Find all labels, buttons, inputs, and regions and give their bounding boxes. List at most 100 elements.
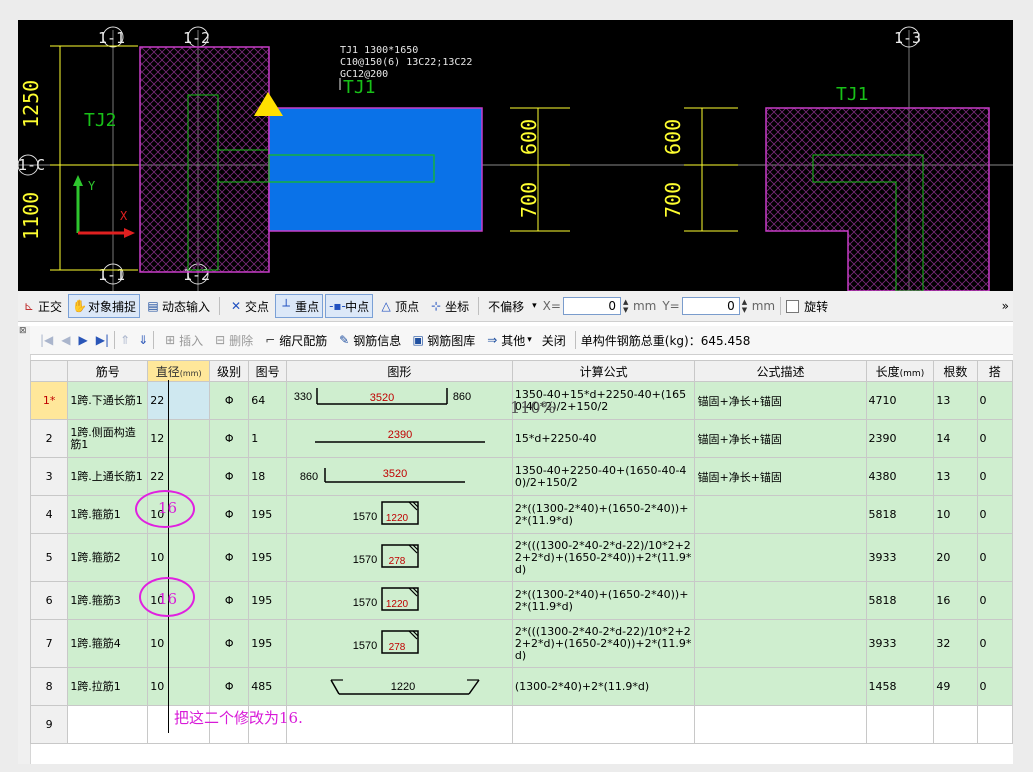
object-snap-button[interactable]: ✋ 对象捕捉 bbox=[68, 294, 141, 318]
prev-record-icon[interactable]: ◀ bbox=[61, 333, 70, 347]
grade-cell[interactable]: Φ bbox=[209, 495, 250, 534]
formula-cell[interactable]: 15*d+2250-40 bbox=[511, 419, 696, 458]
diameter-cell[interactable]: 10 bbox=[147, 533, 211, 582]
x-spinner-icon[interactable]: ▲ ▼ bbox=[623, 298, 631, 314]
formula-desc-cell[interactable] bbox=[694, 581, 867, 620]
last-record-icon[interactable]: ▶| bbox=[96, 333, 109, 347]
figure-no-cell[interactable]: 195 bbox=[248, 581, 287, 620]
table-row[interactable]: 5 1跨.箍筋2 10 Φ 195 1570 278 2*(((1300-2*40-2*d-2… bbox=[30, 533, 1013, 582]
rebar-name-cell[interactable]: 1跨.侧面构造筋1 bbox=[67, 419, 149, 458]
rebar-info-button[interactable]: ✎ 钢筋信息 bbox=[333, 328, 405, 352]
diameter-cell[interactable]: 22 bbox=[147, 381, 211, 420]
formula-cell[interactable] bbox=[511, 705, 696, 744]
header-figure-no[interactable]: 图号 bbox=[248, 360, 287, 382]
header-grade[interactable]: 级别 bbox=[209, 360, 250, 382]
lap-cell[interactable] bbox=[976, 705, 1013, 744]
shape-cell[interactable] bbox=[285, 705, 513, 744]
diameter-cell[interactable]: 10 bbox=[147, 667, 211, 706]
shape-cell[interactable]: 1570 278 bbox=[285, 619, 513, 668]
table-row[interactable]: 8 1跨.拉筋1 10 Φ 485 1220 (1300-2*40)+2*(11.9*d) 1… bbox=[30, 667, 1013, 706]
formula-desc-cell[interactable]: 锚固+净长+锚固 bbox=[694, 457, 867, 496]
header-rebar-no[interactable]: 筋号 bbox=[67, 360, 149, 382]
rebar-name-cell[interactable]: 1跨.箍筋4 bbox=[67, 619, 149, 668]
count-cell[interactable]: 20 bbox=[933, 533, 978, 582]
table-row[interactable]: 3 1跨.上通长筋1 22 Φ 18 860 3520 1350-40+2250-40+(16… bbox=[30, 457, 1013, 496]
length-cell[interactable]: 5818 bbox=[865, 495, 935, 534]
rebar-name-cell[interactable]: 1跨.箍筋2 bbox=[67, 533, 149, 582]
count-cell[interactable]: 13 bbox=[933, 457, 978, 496]
lap-cell[interactable]: 0 bbox=[976, 533, 1013, 582]
header-formula-desc[interactable]: 公式描述 bbox=[694, 360, 867, 382]
lap-cell[interactable]: 0 bbox=[976, 381, 1013, 420]
formula-desc-cell[interactable]: 锚固+净长+锚固 bbox=[694, 381, 867, 420]
shape-cell[interactable]: 1570 278 bbox=[285, 533, 513, 582]
grade-cell[interactable]: Φ bbox=[209, 619, 250, 668]
figure-no-cell[interactable]: 195 bbox=[248, 619, 287, 668]
grade-cell[interactable]: Φ bbox=[209, 419, 250, 458]
rebar-library-button[interactable]: ▣ 钢筋图库 bbox=[407, 328, 479, 352]
row-number-cell[interactable]: 8 bbox=[30, 667, 69, 706]
move-down-icon[interactable]: ⇓ bbox=[138, 333, 148, 347]
row-number-cell[interactable]: 6 bbox=[30, 581, 69, 620]
scale-rebar-button[interactable]: ⌐ 缩尺配筋 bbox=[259, 328, 331, 352]
row-number-cell[interactable]: 5 bbox=[30, 533, 69, 582]
first-record-icon[interactable]: |◀ bbox=[40, 333, 53, 347]
header-count[interactable]: 根数 bbox=[933, 360, 978, 382]
row-number-cell[interactable]: 1* bbox=[30, 381, 69, 420]
lap-cell[interactable]: 0 bbox=[976, 457, 1013, 496]
formula-cell[interactable]: (1300-2*40)+2*(11.9*d) bbox=[511, 667, 696, 706]
header-length[interactable]: 长度(mm) bbox=[865, 360, 935, 382]
lap-cell[interactable]: 0 bbox=[976, 495, 1013, 534]
table-row[interactable]: 2 1跨.侧面构造筋1 12 Φ 1 2390 15*d+2250-40 锚固+净长+锚固 23… bbox=[30, 419, 1013, 458]
shape-cell[interactable]: 1220 bbox=[285, 667, 513, 706]
shape-cell[interactable]: 1570 1220 bbox=[285, 581, 513, 620]
count-cell[interactable]: 16 bbox=[933, 581, 978, 620]
length-cell[interactable]: 3933 bbox=[865, 619, 935, 668]
length-cell[interactable]: 4710 bbox=[865, 381, 935, 420]
grade-cell[interactable]: Φ bbox=[209, 457, 250, 496]
length-cell[interactable]: 4380 bbox=[865, 457, 935, 496]
length-cell[interactable]: 2390 bbox=[865, 419, 935, 458]
insert-button[interactable]: ⊞ 插入 bbox=[159, 328, 207, 352]
formula-desc-cell[interactable] bbox=[694, 705, 867, 744]
shape-cell[interactable]: 2390 bbox=[285, 419, 513, 458]
grade-cell[interactable]: Φ bbox=[209, 533, 250, 582]
table-row[interactable]: 7 1跨.箍筋4 10 Φ 195 1570 278 2*(((1300-2*40-2*d-2… bbox=[30, 619, 1013, 668]
y-spinner-icon[interactable]: ▲ ▼ bbox=[742, 298, 750, 314]
x-input[interactable]: 0 bbox=[562, 297, 621, 315]
lap-cell[interactable]: 0 bbox=[976, 667, 1013, 706]
header-diameter[interactable]: 直径(mm) bbox=[147, 360, 211, 382]
header-formula[interactable]: 计算公式 bbox=[511, 360, 696, 382]
grade-cell[interactable]: Φ bbox=[209, 381, 250, 420]
y-input[interactable]: 0 bbox=[681, 297, 740, 315]
next-record-icon[interactable]: ▶ bbox=[79, 333, 88, 347]
length-cell[interactable] bbox=[865, 705, 935, 744]
formula-desc-cell[interactable] bbox=[694, 495, 867, 534]
figure-no-cell[interactable]: 195 bbox=[248, 495, 287, 534]
coordinate-button[interactable]: ⊹ 坐标 bbox=[425, 294, 473, 318]
row-number-cell[interactable]: 2 bbox=[30, 419, 69, 458]
shape-cell[interactable]: 1570 1220 bbox=[285, 495, 513, 534]
intersection-snap-button[interactable]: ✕ 交点 bbox=[225, 294, 273, 318]
row-number-cell[interactable]: 7 bbox=[30, 619, 69, 668]
grade-cell[interactable]: Φ bbox=[209, 581, 250, 620]
count-cell[interactable]: 14 bbox=[933, 419, 978, 458]
count-cell[interactable] bbox=[933, 705, 978, 744]
shape-cell[interactable]: 330 3520 860 bbox=[285, 381, 513, 420]
figure-no-cell[interactable]: 64 bbox=[248, 381, 287, 420]
formula-cell[interactable]: 2*((1300-2*40)+(1650-2*40))+2*(11.9*d) bbox=[511, 495, 696, 534]
close-button[interactable]: 关闭 bbox=[538, 328, 570, 352]
count-cell[interactable]: 13 bbox=[933, 381, 978, 420]
formula-desc-cell[interactable]: 锚固+净长+锚固 bbox=[694, 419, 867, 458]
vertex-snap-button[interactable]: △ 顶点 bbox=[375, 294, 423, 318]
header-lap[interactable]: 搭 bbox=[976, 360, 1013, 382]
figure-no-cell[interactable]: 18 bbox=[248, 457, 287, 496]
formula-desc-cell[interactable] bbox=[694, 667, 867, 706]
formula-desc-cell[interactable] bbox=[694, 533, 867, 582]
figure-no-cell[interactable]: 195 bbox=[248, 533, 287, 582]
offset-select[interactable]: 不偏移 ▾ bbox=[484, 294, 541, 318]
formula-cell[interactable]: 1350-40+2250-40+(1650-40-40)/2+150/2 bbox=[511, 457, 696, 496]
move-up-icon[interactable]: ⇑ bbox=[120, 333, 130, 347]
row-number-cell[interactable]: 4 bbox=[30, 495, 69, 534]
length-cell[interactable]: 3933 bbox=[865, 533, 935, 582]
